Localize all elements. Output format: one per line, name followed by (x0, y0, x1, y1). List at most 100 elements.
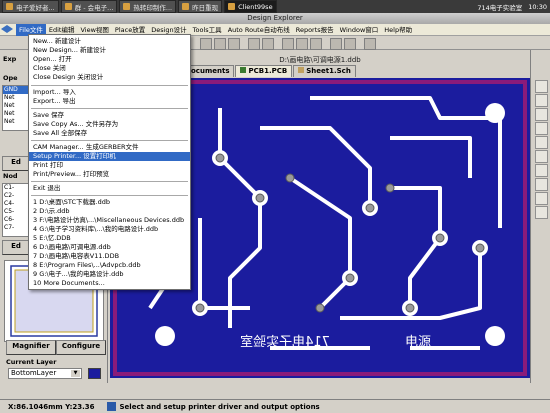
menu-item-close-design[interactable]: Close Design 关闭设计 (29, 73, 190, 82)
configure-button[interactable]: Configure (56, 340, 106, 355)
menu-item-print[interactable]: Print 打印 (29, 161, 190, 170)
pcb-icon (240, 67, 247, 73)
select-button[interactable] (282, 38, 294, 50)
recent-file-5[interactable]: 5 E:\忆.DDB (29, 234, 190, 243)
recent-file-2[interactable]: 2 D:\示.ddb (29, 207, 190, 216)
app-icon (123, 3, 131, 10)
menu-item-open[interactable]: Open... 打开 (29, 55, 190, 64)
menu-item-new-design[interactable]: New Design... 新建设计 (29, 46, 190, 55)
app-icon (6, 3, 13, 10)
taskbar-item-1[interactable]: 电子爱好者... (2, 0, 59, 13)
silk-text-left: 714电子实验室 (240, 334, 330, 350)
zoom-in-button[interactable] (200, 38, 212, 50)
taskbar-item-label: 昨日重现 (192, 3, 219, 12)
list-item[interactable]: Net (3, 102, 29, 110)
menu-item-cam-manager[interactable]: CAM Manager... 生成GERBER文件 (29, 143, 190, 152)
menu-tools[interactable]: Tools工具 (190, 24, 225, 36)
node-list[interactable]: C1- C2- C4- C5- C6- C7- (2, 183, 30, 237)
place-line-icon[interactable] (535, 80, 548, 93)
deselect-button[interactable] (296, 38, 308, 50)
menu-item-new[interactable]: New... 新建设计 (29, 37, 190, 46)
menu-item-close[interactable]: Close 关闭 (29, 64, 190, 73)
place-coordinate-icon[interactable] (535, 136, 548, 149)
net-list[interactable]: GND Net Net Net Net (2, 85, 30, 131)
list-item[interactable]: Net (3, 118, 29, 126)
node-label: Nod (3, 172, 18, 180)
app-icon (64, 3, 72, 10)
menu-separator (31, 140, 188, 141)
paste-button[interactable] (262, 38, 274, 50)
place-pad-icon[interactable] (535, 94, 548, 107)
place-arc-icon[interactable] (535, 164, 548, 177)
place-component-icon[interactable] (535, 206, 548, 219)
pad-rings (162, 150, 488, 316)
menu-item-exit[interactable]: Exit 退出 (29, 184, 190, 193)
list-item[interactable]: C7- (3, 224, 29, 232)
file-menu-dropdown: New... 新建设计 New Design... 新建设计 Open... 打… (28, 34, 191, 290)
recent-file-1[interactable]: 1 D:\桌面\STC下载器.ddb (29, 198, 190, 207)
menu-item-print-preview[interactable]: Print/Preview... 打印预览 (29, 170, 190, 179)
list-item[interactable]: C6- (3, 216, 29, 224)
list-item[interactable]: Net (3, 94, 29, 102)
menu-item-save-copy-as[interactable]: Save Copy As... 文件另存为 (29, 120, 190, 129)
menu-item-setup-printer[interactable]: Setup Printer... 设置打印机 (29, 152, 190, 161)
edit-net-button[interactable]: Ed (2, 156, 30, 171)
list-item[interactable]: C2- (3, 192, 29, 200)
place-fill-icon[interactable] (535, 178, 548, 191)
place-via-icon[interactable] (535, 108, 548, 121)
taskbar-item-label: 热转印制作... (133, 3, 173, 12)
recent-file-4[interactable]: 4 G:\电子学习资料库\...\我的电路设计.ddb (29, 225, 190, 234)
menu-separator (31, 85, 188, 86)
tab-pcb1[interactable]: PCB1.PCB (235, 65, 293, 77)
tab-sheet1[interactable]: Sheet1.Sch (293, 65, 356, 77)
current-layer-select[interactable]: BottomLayer ▼ (8, 368, 82, 379)
taskbar-item-4[interactable]: 昨日重现 (178, 0, 223, 13)
taskbar: 电子爱好者... 群 - 会电子... 热转印制作... 昨日重现 Client… (0, 0, 550, 13)
zoom-fit-button[interactable] (228, 38, 240, 50)
menu-separator (31, 195, 188, 196)
menu-auto-route[interactable]: Auto Route自动布线 (225, 24, 293, 36)
menu-separator (31, 181, 188, 182)
list-item[interactable]: GND (3, 86, 29, 94)
move-button[interactable] (310, 38, 322, 50)
menu-help[interactable]: Help帮助 (381, 24, 415, 36)
tab-label: PCB1.PCB (248, 67, 288, 75)
zoom-out-button[interactable] (214, 38, 226, 50)
schematic-icon (298, 67, 305, 73)
place-polygon-icon[interactable] (535, 192, 548, 205)
menu-item-export[interactable]: Export... 导出 (29, 97, 190, 106)
menu-item-save-all[interactable]: Save All 全部保存 (29, 129, 190, 138)
app-menu-icon[interactable] (0, 24, 16, 36)
recent-file-7[interactable]: 7 D:\画电路\电容表V11.DDB (29, 252, 190, 261)
recent-file-6[interactable]: 6 D:\画电路\可调电源.ddb (29, 243, 190, 252)
silk-text-right: 电源 (405, 335, 431, 350)
open-label: Ope (3, 74, 18, 82)
taskbar-item-2[interactable]: 群 - 会电子... (60, 0, 118, 13)
menu-item-save[interactable]: Save 保存 (29, 111, 190, 120)
list-item[interactable]: C5- (3, 208, 29, 216)
place-dimension-icon[interactable] (535, 150, 548, 163)
redo-button[interactable] (344, 38, 356, 50)
list-item[interactable]: Net (3, 110, 29, 118)
undo-button[interactable] (330, 38, 342, 50)
recent-file-9[interactable]: 9 G:\电子...\我的电路设计.ddb (29, 270, 190, 279)
recent-file-3[interactable]: 3 F:\电路设计仿真\...\Miscellaneous Devices.dd… (29, 216, 190, 225)
layer-color-swatch (88, 368, 101, 379)
menu-item-import[interactable]: Import... 导入 (29, 88, 190, 97)
place-string-icon[interactable] (535, 122, 548, 135)
more-documents[interactable]: 10 More Documents... (29, 279, 190, 288)
recent-file-8[interactable]: 8 E:\Program Files\...\Advpcb.ddb (29, 261, 190, 270)
tray-text: 714电子实验室 (477, 3, 523, 12)
list-item[interactable]: C4- (3, 200, 29, 208)
help-button[interactable] (364, 38, 376, 50)
taskbar-item-3[interactable]: 热转印制作... (119, 0, 177, 13)
cut-button[interactable] (248, 38, 260, 50)
list-item[interactable]: C1- (3, 184, 29, 192)
menu-reports[interactable]: Reports报告 (293, 24, 337, 36)
taskbar-item-5[interactable]: Client99se (224, 0, 277, 13)
magnifier-button[interactable]: Magnifier (6, 340, 56, 355)
chevron-down-icon: ▼ (71, 370, 80, 377)
menu-window[interactable]: Window窗口 (337, 24, 382, 36)
current-layer-label: Current Layer (6, 358, 57, 366)
edit-node-button[interactable]: Ed (2, 240, 30, 255)
